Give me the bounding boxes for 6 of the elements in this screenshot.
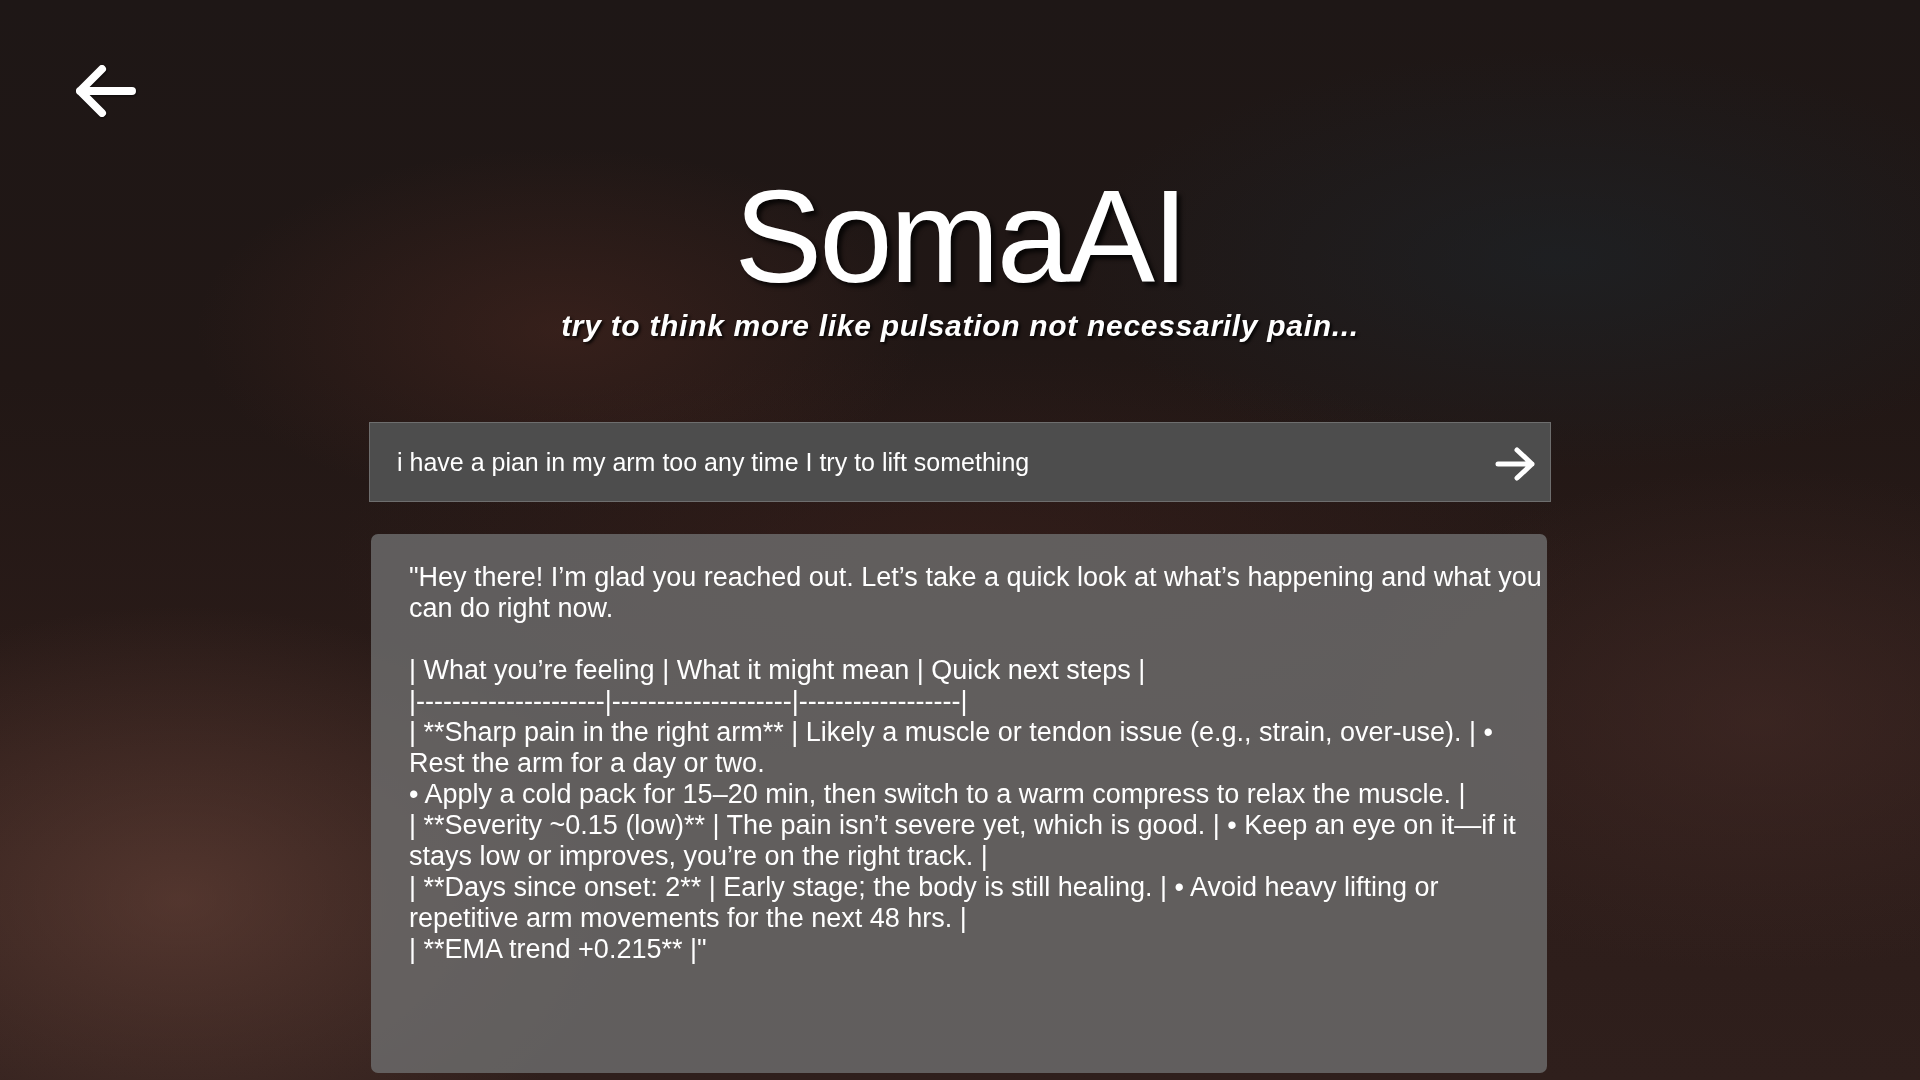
response-text: "Hey there! I’m glad you reached out. Let’s take a quick look at what’s happening and what you can do right now. | What you’re feeling | What it might mean | Quick next steps | |---------------------|--------------------|------------------| | **Sharp pain in the right arm** | Likely a muscle or tendon issue (e.g., strain, over-use). | • Rest the arm for a day or two. • Apply a cold pack for 15–20 min, then switch to a warm compress to relax the muscle. | | **Severity ~0.15 (low)** | The pain isn’t severe yet, which is good. | • Keep an eye on it—if it stays low or improves, you’re on the right track. | | **Days since onset: 2** | Early stage; the body is still healing. | • Avoid heavy lifting or repetitive arm movements for the next 48 hrs. | | **EMA trend +0.215** |" — [409, 562, 1543, 965]
left-arrow-icon[interactable] — [76, 65, 136, 117]
app-title: SomaAI — [734, 171, 1186, 303]
app-tagline: try to think more like pulsation not necessarily pain... — [561, 308, 1359, 344]
message-input[interactable]: i have a pian in my arm too any time I try to lift something — [369, 422, 1551, 502]
right-arrow-icon[interactable] — [1495, 447, 1535, 481]
